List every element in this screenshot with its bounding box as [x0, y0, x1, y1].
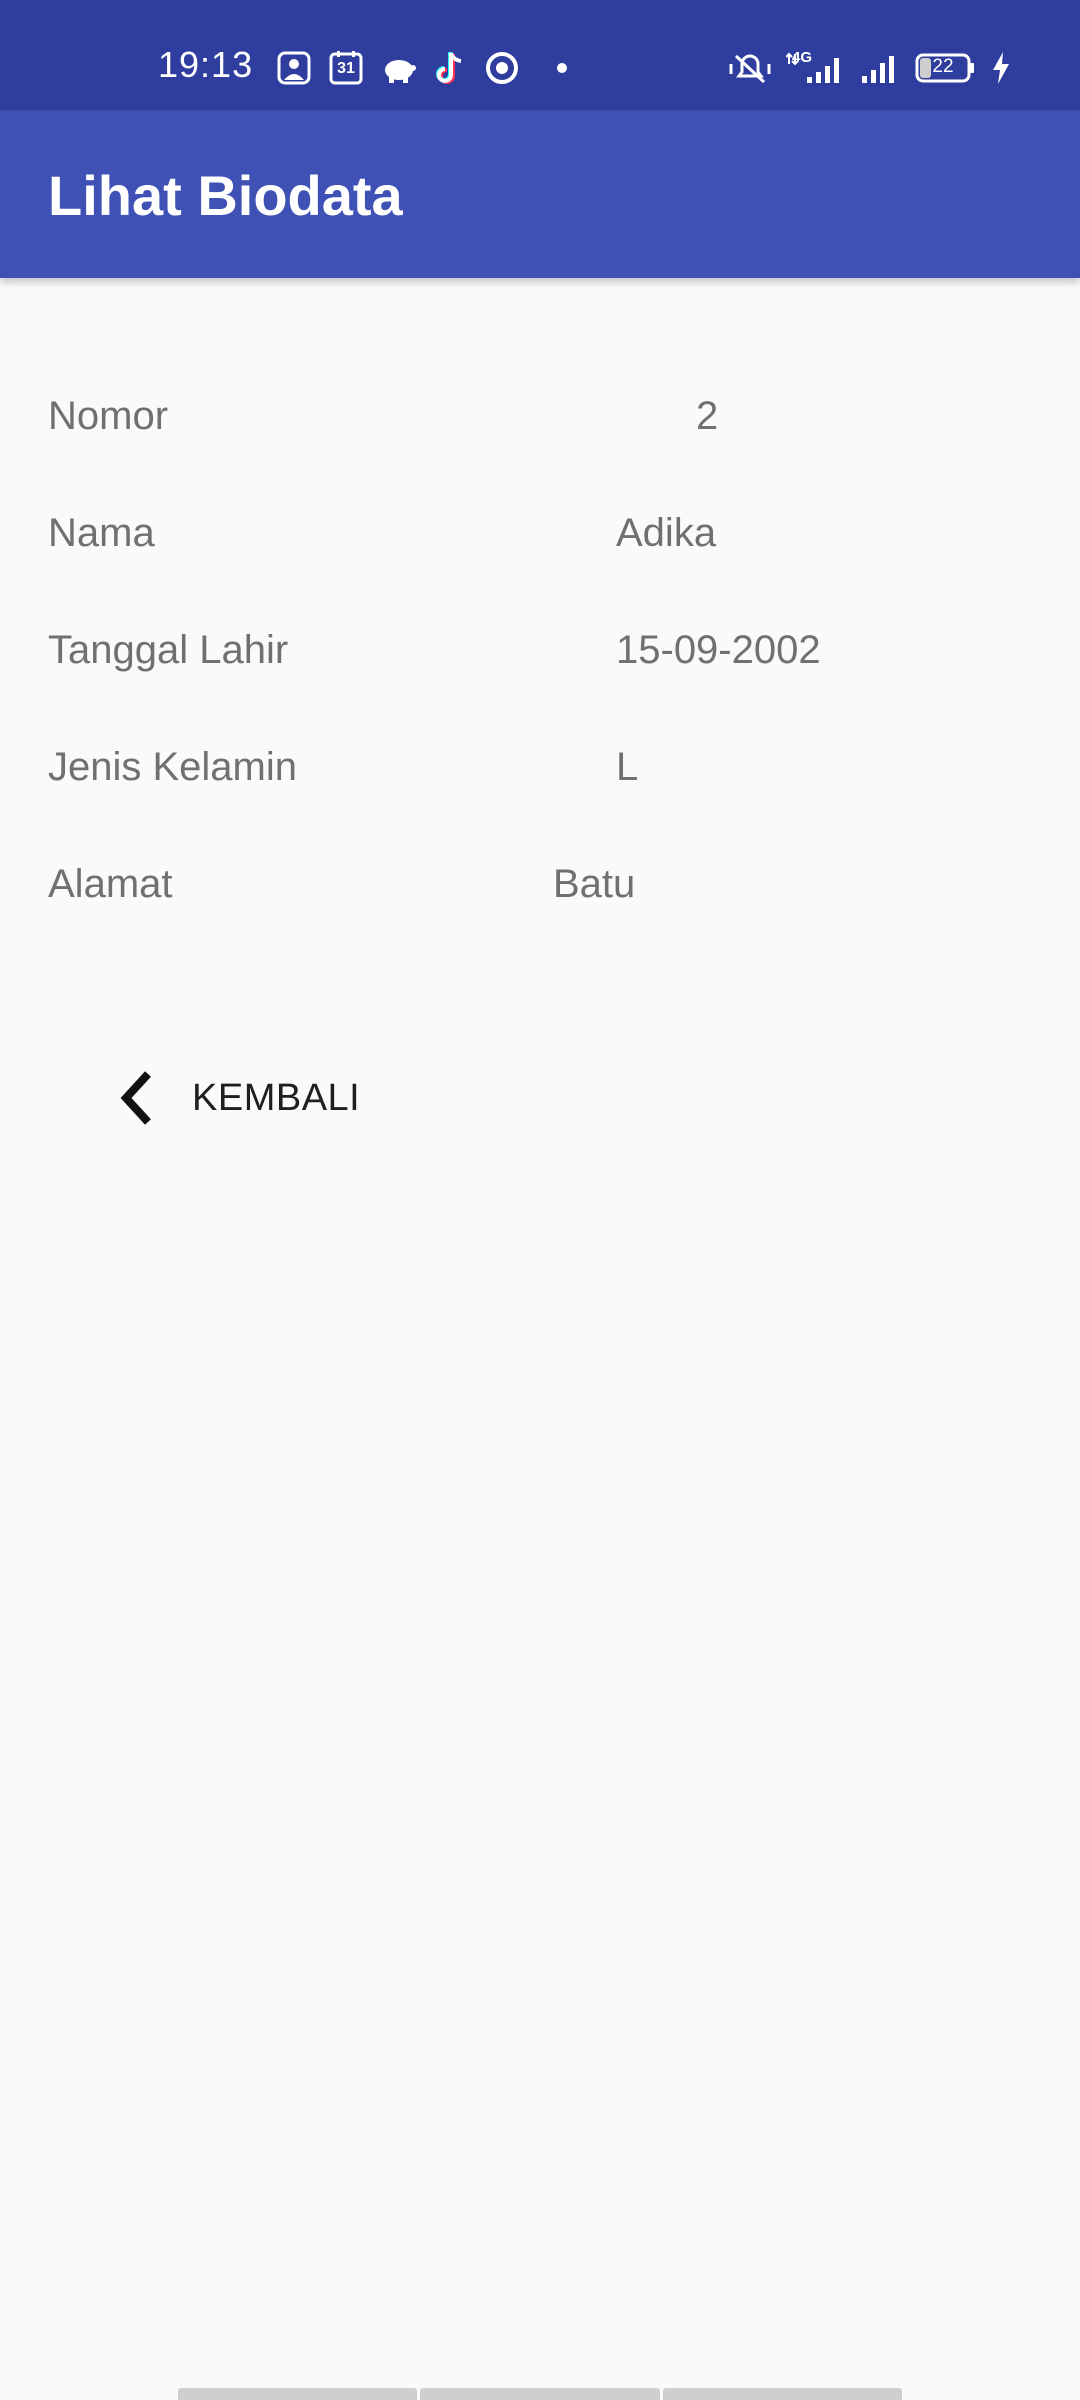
battery-level: 22 [932, 56, 954, 77]
nama-value: Adika [616, 511, 717, 555]
notification-dot-icon [556, 62, 568, 74]
calendar-day-label: 31 [337, 60, 355, 77]
page-title: Lihat Biodata [48, 164, 403, 227]
alamat-value: Batu [553, 862, 636, 906]
nav-handle-segment [662, 2388, 902, 2400]
app-bar: Lihat Biodata [0, 110, 1080, 278]
4g-signal-icon: 4G [786, 50, 844, 86]
jenis-kelamin-label: Jenis Kelamin [48, 745, 298, 789]
nav-handle-segment [178, 2388, 418, 2400]
piggy-bank-icon [380, 50, 418, 86]
kembali-label: KEMBALI [192, 1077, 361, 1119]
status-bar: 19:13 31 4G 22 [0, 0, 1080, 110]
tiktok-icon [434, 50, 468, 86]
battery-icon: 22 [914, 50, 976, 86]
chevron-left-icon [114, 1068, 158, 1133]
alamat-label: Alamat [48, 862, 173, 906]
gesture-navigation-bar[interactable] [178, 2388, 902, 2400]
nama-label: Nama [48, 511, 155, 555]
signal-icon [858, 50, 900, 86]
jenis-kelamin-value: L [616, 745, 639, 789]
vibrate-icon [728, 50, 772, 86]
kembali-button[interactable]: KEMBALI [100, 1050, 390, 1146]
photo-app-icon [276, 50, 312, 86]
system-icons: 4G 22 [728, 48, 1012, 88]
calendar-31-icon: 31 [328, 50, 364, 86]
status-time: 19:13 [158, 44, 254, 85]
charging-icon [990, 50, 1012, 86]
tanggal-lahir-value: 15-09-2002 [616, 628, 821, 672]
tanggal-lahir-label: Tanggal Lahir [48, 628, 289, 672]
nomor-label: Nomor [48, 394, 169, 438]
nav-handle-segment [420, 2388, 660, 2400]
nomor-value: 2 [696, 394, 719, 438]
notification-icons: 31 [276, 48, 568, 88]
target-app-icon [484, 50, 520, 86]
